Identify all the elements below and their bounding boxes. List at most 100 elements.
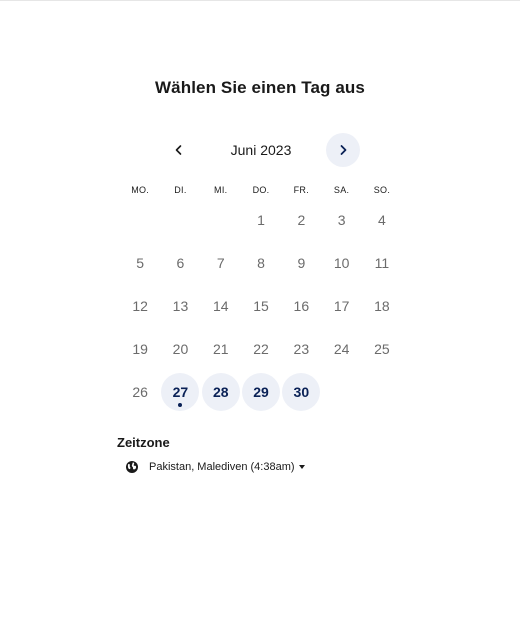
month-navigation: Juni 2023: [162, 133, 360, 167]
unavailable-day: 12: [132, 298, 148, 314]
day-cell: 23: [281, 327, 321, 370]
day-cell: 6: [160, 241, 200, 284]
unavailable-day: 4: [378, 212, 386, 228]
day-cell: 12: [120, 284, 160, 327]
caret-down-icon: [298, 465, 305, 469]
unavailable-day: 24: [334, 341, 350, 357]
weekday-header: MO. DI. MI. DO. FR. SA. SO.: [120, 185, 402, 195]
day-cell: 10: [321, 241, 361, 284]
day-cell: 16: [281, 284, 321, 327]
day-number: 30: [293, 383, 310, 400]
day-cell: 28: [201, 370, 241, 413]
unavailable-day: 17: [334, 298, 350, 314]
day-cell: 1: [241, 198, 281, 241]
day-number: 17: [333, 297, 350, 314]
empty-cell: [160, 198, 200, 241]
unavailable-day: 13: [173, 298, 189, 314]
day-cell: 18: [362, 284, 402, 327]
timezone-selector[interactable]: Pakistan, Malediven (4:38am): [125, 458, 305, 476]
unavailable-day: 15: [253, 298, 269, 314]
available-day-button[interactable]: 29: [242, 372, 281, 411]
day-cell: 24: [321, 327, 361, 370]
day-number: 29: [253, 383, 269, 400]
day-cell: 13: [160, 284, 200, 327]
unavailable-day: 16: [294, 298, 310, 314]
empty-cell: [201, 198, 241, 241]
day-number: 12: [132, 297, 148, 314]
day-number: 9: [297, 254, 306, 271]
top-divider: [0, 0, 520, 1]
day-cell: 4: [362, 198, 402, 241]
day-number: 4: [378, 211, 386, 228]
calendar-grid: 1 2 3 4 5 6 7 8 9 10 11 12 13 14 15 16 17 18 19 20 21 22 23 24 2…: [120, 198, 402, 413]
day-number: 18: [374, 297, 390, 314]
chevron-left-icon: [175, 145, 182, 155]
day-cell: 2: [281, 198, 321, 241]
day-cell: 27: [160, 370, 200, 413]
unavailable-day: 22: [253, 341, 269, 357]
available-day-button[interactable]: 28: [201, 372, 240, 411]
day-cell: 8: [241, 241, 281, 284]
day-cell: 7: [201, 241, 241, 284]
day-cell: 25: [362, 327, 402, 370]
unavailable-day: 5: [136, 255, 144, 271]
day-cell: 19: [120, 327, 160, 370]
day-number: 16: [293, 297, 310, 314]
day-cell: 30: [281, 370, 321, 413]
unavailable-day: 6: [177, 255, 185, 271]
day-number: 24: [333, 340, 350, 357]
unavailable-day: 10: [334, 255, 350, 271]
day-number: 26: [132, 383, 148, 400]
unavailable-day: 1: [257, 212, 265, 228]
day-number: 27: [172, 383, 189, 400]
day-cell: 26: [120, 370, 160, 413]
available-day-button[interactable]: 27: [161, 372, 200, 411]
timezone-label: Zeitzone: [117, 435, 170, 450]
day-number: 11: [374, 254, 390, 271]
timezone-value: Pakistan, Malediven (4:38am): [149, 461, 295, 473]
day-number: 10: [333, 254, 350, 271]
previous-month-button[interactable]: [162, 133, 196, 167]
day-number: 6: [176, 254, 185, 271]
next-month-button[interactable]: [326, 133, 360, 167]
day-number: 21: [212, 340, 229, 357]
unavailable-day: 26: [132, 384, 148, 400]
day-number: 3: [337, 211, 346, 228]
day-number: 23: [293, 340, 310, 357]
day-cell: 9: [281, 241, 321, 284]
day-number: 14: [212, 297, 229, 314]
unavailable-day: 19: [132, 341, 148, 357]
day-number: 19: [132, 340, 148, 357]
day-number: 7: [216, 254, 225, 271]
weekday-label: FR.: [293, 185, 310, 195]
day-cell: 15: [241, 284, 281, 327]
day-number: 5: [136, 254, 145, 271]
unavailable-day: 11: [375, 255, 390, 271]
day-number: 25: [374, 340, 390, 357]
unavailable-day: 25: [374, 341, 390, 357]
day-cell: 21: [201, 327, 241, 370]
day-cell: 11: [362, 241, 402, 284]
day-cell: 29: [241, 370, 281, 413]
day-number: 15: [253, 297, 269, 314]
day-number: 1: [257, 211, 265, 228]
day-number: 2: [297, 211, 306, 228]
page-title: Wählen Sie einen Tag aus: [155, 78, 365, 97]
weekday-label: SA.: [333, 185, 350, 195]
weekday-label: DO.: [252, 185, 270, 195]
unavailable-day: 9: [297, 255, 305, 271]
month-label: Juni 2023: [230, 142, 292, 158]
globe-icon: [125, 460, 139, 474]
unavailable-day: 2: [297, 212, 305, 228]
unavailable-day: 8: [257, 255, 265, 271]
chevron-right-icon: [340, 145, 347, 155]
available-day-button[interactable]: 30: [282, 372, 321, 411]
day-cell: 22: [241, 327, 281, 370]
day-cell: 20: [160, 327, 200, 370]
day-cell: 14: [201, 284, 241, 327]
day-cell: 17: [321, 284, 361, 327]
day-number: 8: [257, 254, 265, 271]
unavailable-day: 18: [374, 298, 390, 314]
day-number: 20: [172, 340, 189, 357]
unavailable-day: 3: [338, 212, 346, 228]
